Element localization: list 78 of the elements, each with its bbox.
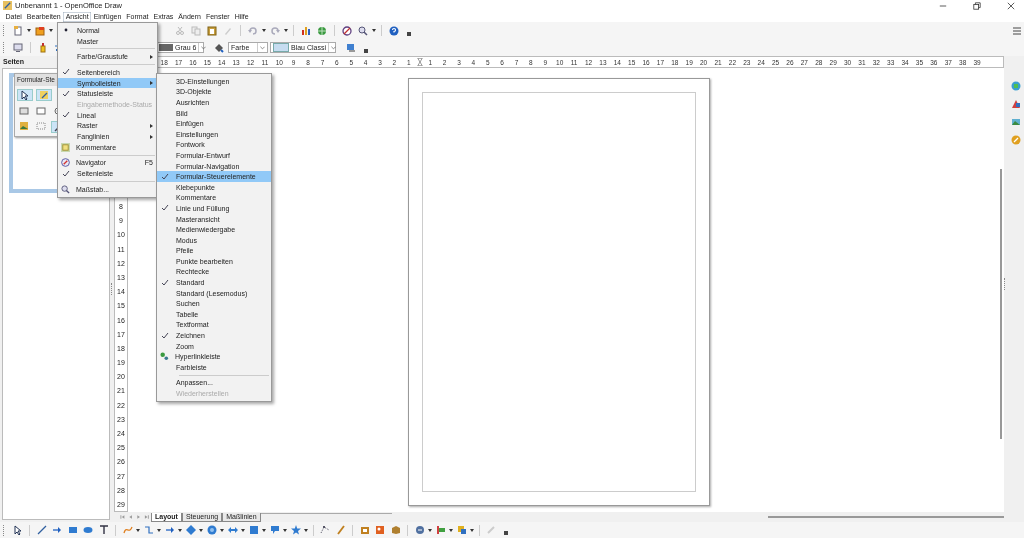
- checkmark-icon: [161, 204, 169, 213]
- picture-icon[interactable]: [375, 525, 385, 535]
- cube-icon[interactable]: [390, 525, 401, 535]
- submenu-arrow-icon: [150, 134, 153, 139]
- checkmark-icon: [161, 331, 169, 340]
- dropdown-caret-icon[interactable]: [284, 29, 288, 32]
- rectangle-icon[interactable]: [67, 525, 78, 535]
- globe-icon[interactable]: [317, 25, 327, 36]
- last-tab-icon[interactable]: [144, 514, 150, 520]
- dropdown-caret-icon[interactable]: [241, 528, 245, 532]
- monitor-icon[interactable]: [13, 42, 23, 53]
- arrow-icon[interactable]: [164, 525, 175, 535]
- dropdown-caret-icon[interactable]: [27, 29, 31, 32]
- dropdown-caret-icon[interactable]: [428, 528, 432, 532]
- area-fill-icon[interactable]: [214, 42, 224, 53]
- menu-icon[interactable]: [1012, 25, 1022, 36]
- ellipse-icon[interactable]: [83, 525, 93, 535]
- checkmark-icon: [62, 89, 70, 98]
- zoom-icon: [61, 184, 70, 194]
- first-tab-icon[interactable]: [119, 514, 125, 520]
- dropdown-caret-icon[interactable]: [262, 29, 266, 32]
- paste-icon[interactable]: [207, 25, 217, 36]
- shadow-icon[interactable]: [346, 42, 356, 53]
- diamond-shape-icon[interactable]: [185, 525, 196, 535]
- dropdown-caret-icon[interactable]: [49, 29, 53, 32]
- dropdown-caret-icon[interactable]: [199, 528, 203, 532]
- close-icon[interactable]: [1007, 1, 1015, 10]
- select-pointer-icon[interactable]: [20, 90, 30, 100]
- align-icon[interactable]: [435, 525, 446, 535]
- text-box-icon[interactable]: [36, 106, 46, 116]
- dropdown-caret-icon[interactable]: [220, 528, 224, 532]
- text-icon[interactable]: [98, 525, 109, 535]
- previous-tab-icon[interactable]: [127, 514, 133, 520]
- dropdown-caret-icon[interactable]: [178, 528, 182, 532]
- restore-icon[interactable]: [973, 1, 981, 10]
- circle-shape-icon[interactable]: [206, 525, 217, 535]
- zoom-icon[interactable]: [358, 25, 368, 36]
- checkmark-icon: [62, 68, 70, 77]
- navigator-icon: [61, 158, 70, 168]
- checkmark-icon: [62, 111, 70, 120]
- horizontal-scrollbar[interactable]: [767, 516, 1004, 518]
- submenu-arrow-icon: [150, 123, 153, 128]
- flowchart-icon[interactable]: [248, 525, 259, 535]
- design-mode-icon[interactable]: [39, 90, 49, 100]
- dropdown-caret-icon[interactable]: [470, 528, 474, 532]
- chart-icon[interactable]: [301, 25, 311, 36]
- push-button-icon[interactable]: [19, 106, 29, 116]
- select-pointer-icon[interactable]: [12, 525, 23, 535]
- arrow-icon[interactable]: [52, 525, 62, 535]
- gallery-icon[interactable]: [1011, 117, 1021, 127]
- dropdown-caret-icon[interactable]: [449, 528, 453, 532]
- submenu-arrow-icon: [150, 54, 153, 59]
- comment-icon: [61, 142, 70, 152]
- help-icon[interactable]: [389, 25, 399, 36]
- star-icon[interactable]: [290, 525, 301, 535]
- image-control-icon[interactable]: [19, 121, 29, 131]
- hyperlink-icon: [160, 352, 169, 362]
- dropdown-caret-icon[interactable]: [136, 528, 140, 532]
- checkmark-icon: [161, 172, 169, 181]
- checkmark-icon: [161, 278, 169, 287]
- arrange-icon[interactable]: [456, 525, 467, 535]
- dropdown-caret-icon[interactable]: [157, 528, 161, 532]
- double-arrow-icon[interactable]: [227, 525, 238, 535]
- dropdown-caret-icon[interactable]: [262, 528, 266, 532]
- line-icon[interactable]: [36, 525, 47, 535]
- folder-icon[interactable]: [35, 25, 45, 36]
- checkmark-icon: [62, 169, 70, 178]
- indent-marker-icon[interactable]: [416, 58, 423, 66]
- speech-bubble-icon[interactable]: [269, 525, 280, 535]
- draw-app-icon: [3, 1, 12, 10]
- next-tab-icon[interactable]: [136, 514, 142, 520]
- dropdown-caret-icon[interactable]: [283, 528, 287, 532]
- dropdown-caret-icon[interactable]: [372, 29, 376, 32]
- dropdown-caret-icon[interactable]: [304, 528, 308, 532]
- vertical-scrollbar[interactable]: [999, 169, 1002, 439]
- edit-points-icon[interactable]: [320, 525, 330, 535]
- styles-icon[interactable]: [1011, 99, 1021, 109]
- submenu-arrow-icon: [150, 81, 153, 86]
